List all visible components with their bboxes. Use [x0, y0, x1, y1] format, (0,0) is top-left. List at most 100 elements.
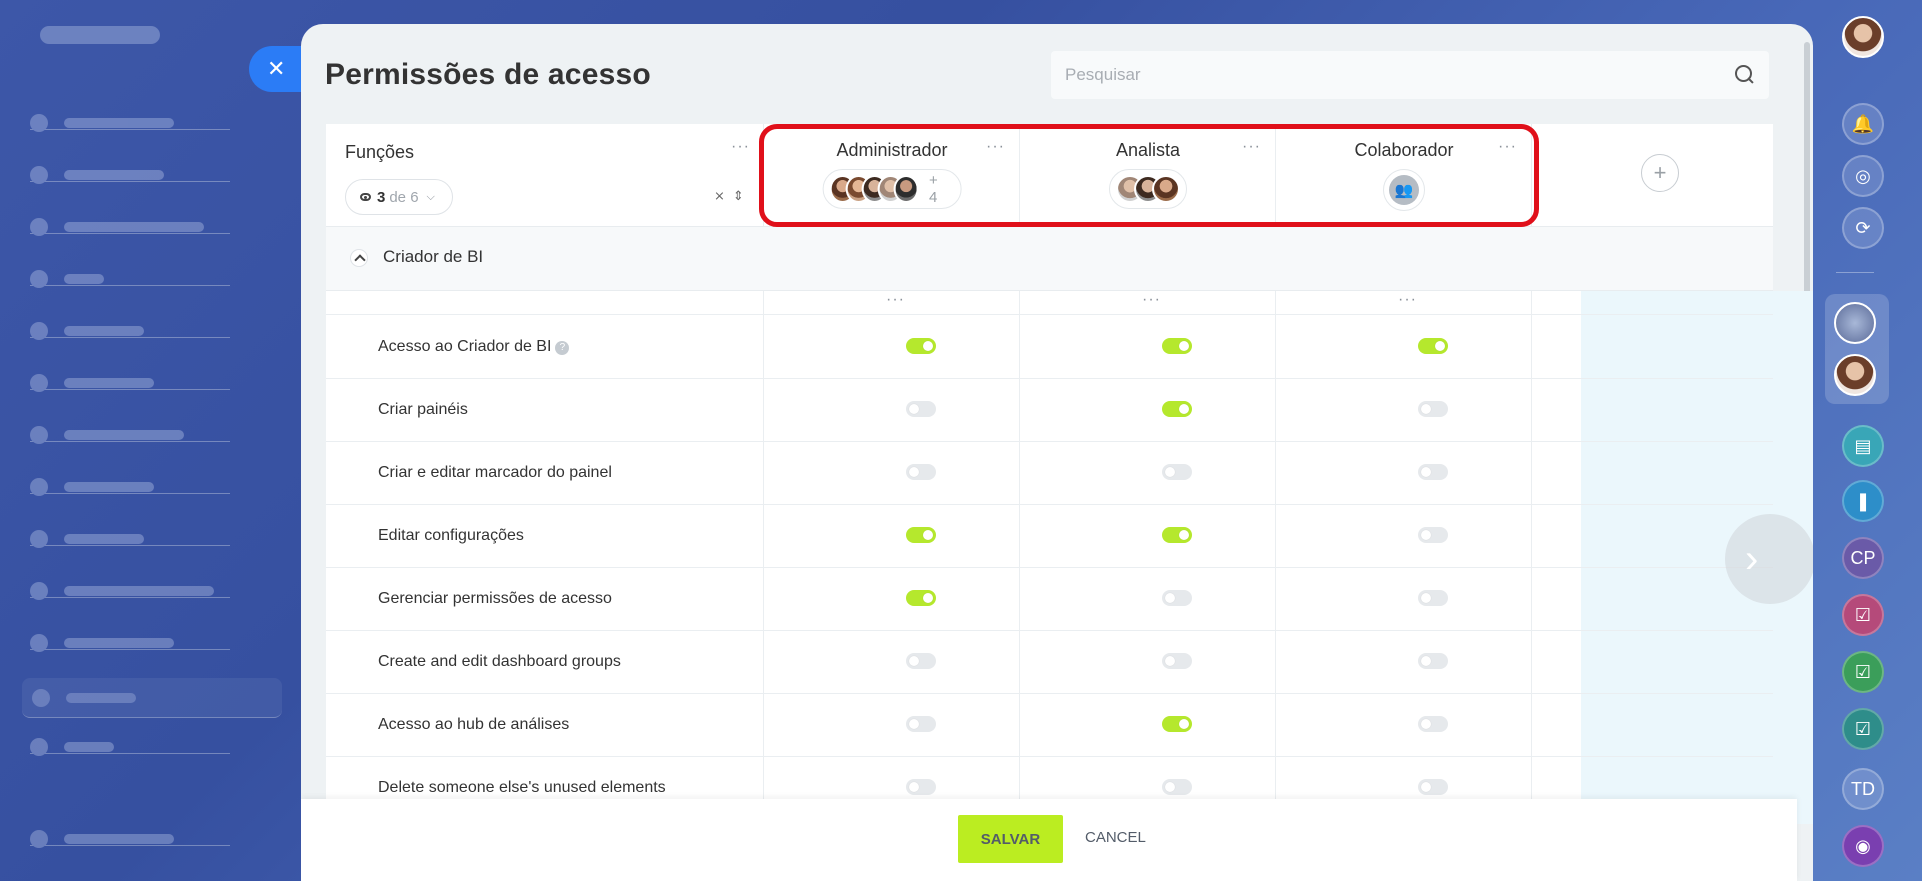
save-button[interactable]: SALVAR — [958, 815, 1063, 863]
bg-nav-item — [30, 829, 230, 848]
right-sidebar: 🔔 ◎ ⟳ ▤ ❚ CP ☑ ☑ ☑ TD ◉ — [1814, 0, 1922, 881]
chevron-down-icon: ⌵ — [426, 190, 435, 203]
permission-toggle[interactable] — [1418, 590, 1448, 606]
more-icon[interactable]: ··· — [1398, 292, 1417, 308]
permission-toggle[interactable] — [906, 527, 936, 543]
filter-count: 3 — [377, 188, 386, 206]
section-title: Criador de BI — [383, 247, 484, 266]
permission-label: Criar painéis — [378, 401, 468, 419]
filter-total: de 6 — [389, 188, 419, 206]
permission-label-text: Acesso ao hub de análises — [378, 716, 570, 733]
table-row: Create and edit dashboard groups — [326, 631, 1773, 694]
bg-nav-item — [30, 113, 230, 132]
permission-toggle[interactable] — [1418, 401, 1448, 417]
close-panel-button[interactable]: ✕ — [249, 46, 305, 92]
permission-toggle[interactable] — [1418, 653, 1448, 669]
permission-label-text: Criar painéis — [378, 401, 468, 418]
cp-avatar[interactable]: CP — [1842, 537, 1884, 579]
permission-toggle[interactable] — [906, 464, 936, 480]
recent-chats-group — [1825, 294, 1889, 404]
bg-nav-item — [30, 477, 230, 496]
permission-toggle[interactable] — [1162, 527, 1192, 543]
permission-toggle[interactable] — [1418, 338, 1448, 354]
sync-icon[interactable]: ⟳ — [1842, 207, 1884, 249]
visible-roles-filter[interactable]: 3 de 6 ⌵ — [345, 179, 453, 215]
bg-nav-item — [30, 581, 230, 600]
task-icon[interactable]: ☑ — [1842, 708, 1884, 750]
search-placeholder: Pesquisar — [1065, 65, 1141, 84]
permission-toggle[interactable] — [906, 653, 936, 669]
permission-toggle[interactable] — [1418, 779, 1448, 795]
table-row: Criar painéis — [326, 379, 1773, 442]
permission-label: Create and edit dashboard groups — [378, 653, 621, 671]
add-role-button[interactable]: + — [1641, 154, 1679, 192]
permission-toggle[interactable] — [1162, 464, 1192, 480]
more-icon[interactable]: ··· — [731, 139, 750, 155]
table-row: Editar configurações — [326, 505, 1773, 568]
background-logo — [40, 26, 160, 44]
permission-toggle[interactable] — [906, 590, 936, 606]
table-row: Gerenciar permissões de acesso — [326, 568, 1773, 631]
permission-toggle[interactable] — [1418, 716, 1448, 732]
search-input[interactable]: Pesquisar — [1051, 51, 1769, 99]
permission-label: Editar configurações — [378, 527, 524, 545]
section-header[interactable]: Criador de BI — [326, 227, 1773, 291]
task-icon[interactable]: ☑ — [1842, 594, 1884, 636]
bg-nav-item — [30, 529, 230, 548]
permission-label: Acesso ao Criador de BI? — [378, 338, 570, 356]
permission-toggle[interactable] — [906, 401, 936, 417]
expand-all-icon[interactable]: ⇕ — [733, 188, 744, 204]
plus-icon: + — [1653, 160, 1667, 185]
collapse-all-icon[interactable]: ⨯ — [714, 188, 725, 204]
permission-toggle[interactable] — [906, 779, 936, 795]
column-actions-row: ··· ··· ··· — [326, 291, 1773, 315]
page-title: Permissões de acesso — [325, 58, 651, 91]
cancel-button[interactable]: CANCEL — [1085, 829, 1146, 846]
target-icon[interactable]: ◎ — [1842, 155, 1884, 197]
table-row: Criar e editar marcador do painel — [326, 442, 1773, 505]
permission-toggle[interactable] — [1162, 590, 1192, 606]
permission-toggle[interactable] — [906, 338, 936, 354]
permission-toggle[interactable] — [906, 716, 936, 732]
more-icon[interactable]: ··· — [1142, 292, 1161, 308]
bg-nav-item — [30, 321, 230, 340]
permission-label-text: Acesso ao Criador de BI — [378, 338, 552, 355]
permission-label: Criar e editar marcador do painel — [378, 464, 612, 482]
bell-icon[interactable]: 🔔 — [1842, 103, 1884, 145]
td-avatar[interactable]: TD — [1842, 768, 1884, 810]
permission-label-text: Criar e editar marcador do painel — [378, 464, 612, 481]
permission-toggle[interactable] — [1162, 401, 1192, 417]
copilot-icon[interactable]: ◉ — [1842, 825, 1884, 867]
more-icon[interactable]: ··· — [886, 292, 905, 308]
bg-nav-item — [30, 633, 230, 652]
chat-avatar[interactable] — [1834, 354, 1876, 396]
search-icon[interactable] — [1735, 65, 1755, 85]
permission-toggle[interactable] — [1162, 653, 1192, 669]
collapse-expand-controls: ⨯ ⇕ — [714, 188, 744, 204]
functions-title: Funções — [345, 142, 415, 162]
permission-toggle[interactable] — [1162, 716, 1192, 732]
permission-toggle[interactable] — [1418, 527, 1448, 543]
user-avatar[interactable] — [1842, 16, 1884, 58]
bg-nav-item — [30, 217, 230, 236]
permission-toggle[interactable] — [1162, 779, 1192, 795]
bg-nav-item — [30, 165, 230, 184]
chat-icon[interactable]: ▤ — [1842, 425, 1884, 467]
sidebar-divider — [1836, 272, 1874, 273]
permission-label-text: Create and edit dashboard groups — [378, 653, 621, 670]
help-icon[interactable]: ? — [555, 341, 570, 355]
bg-nav-item — [30, 737, 230, 756]
task-icon[interactable]: ☑ — [1842, 651, 1884, 693]
permission-toggle[interactable] — [1418, 464, 1448, 480]
table-row: Acesso ao hub de análises — [326, 694, 1773, 757]
permission-toggle[interactable] — [1162, 338, 1192, 354]
chat-avatar[interactable] — [1834, 302, 1876, 344]
bookmark-icon[interactable]: ❚ — [1842, 480, 1884, 522]
bg-nav-item — [30, 373, 230, 392]
background-navigation — [0, 0, 300, 881]
chevron-right-icon[interactable]: › — [1725, 514, 1813, 604]
bg-nav-item — [30, 269, 230, 288]
permission-label-text: Gerenciar permissões de acesso — [378, 590, 612, 607]
bg-nav-item-active — [22, 678, 282, 718]
chevron-up-icon[interactable] — [350, 249, 368, 267]
